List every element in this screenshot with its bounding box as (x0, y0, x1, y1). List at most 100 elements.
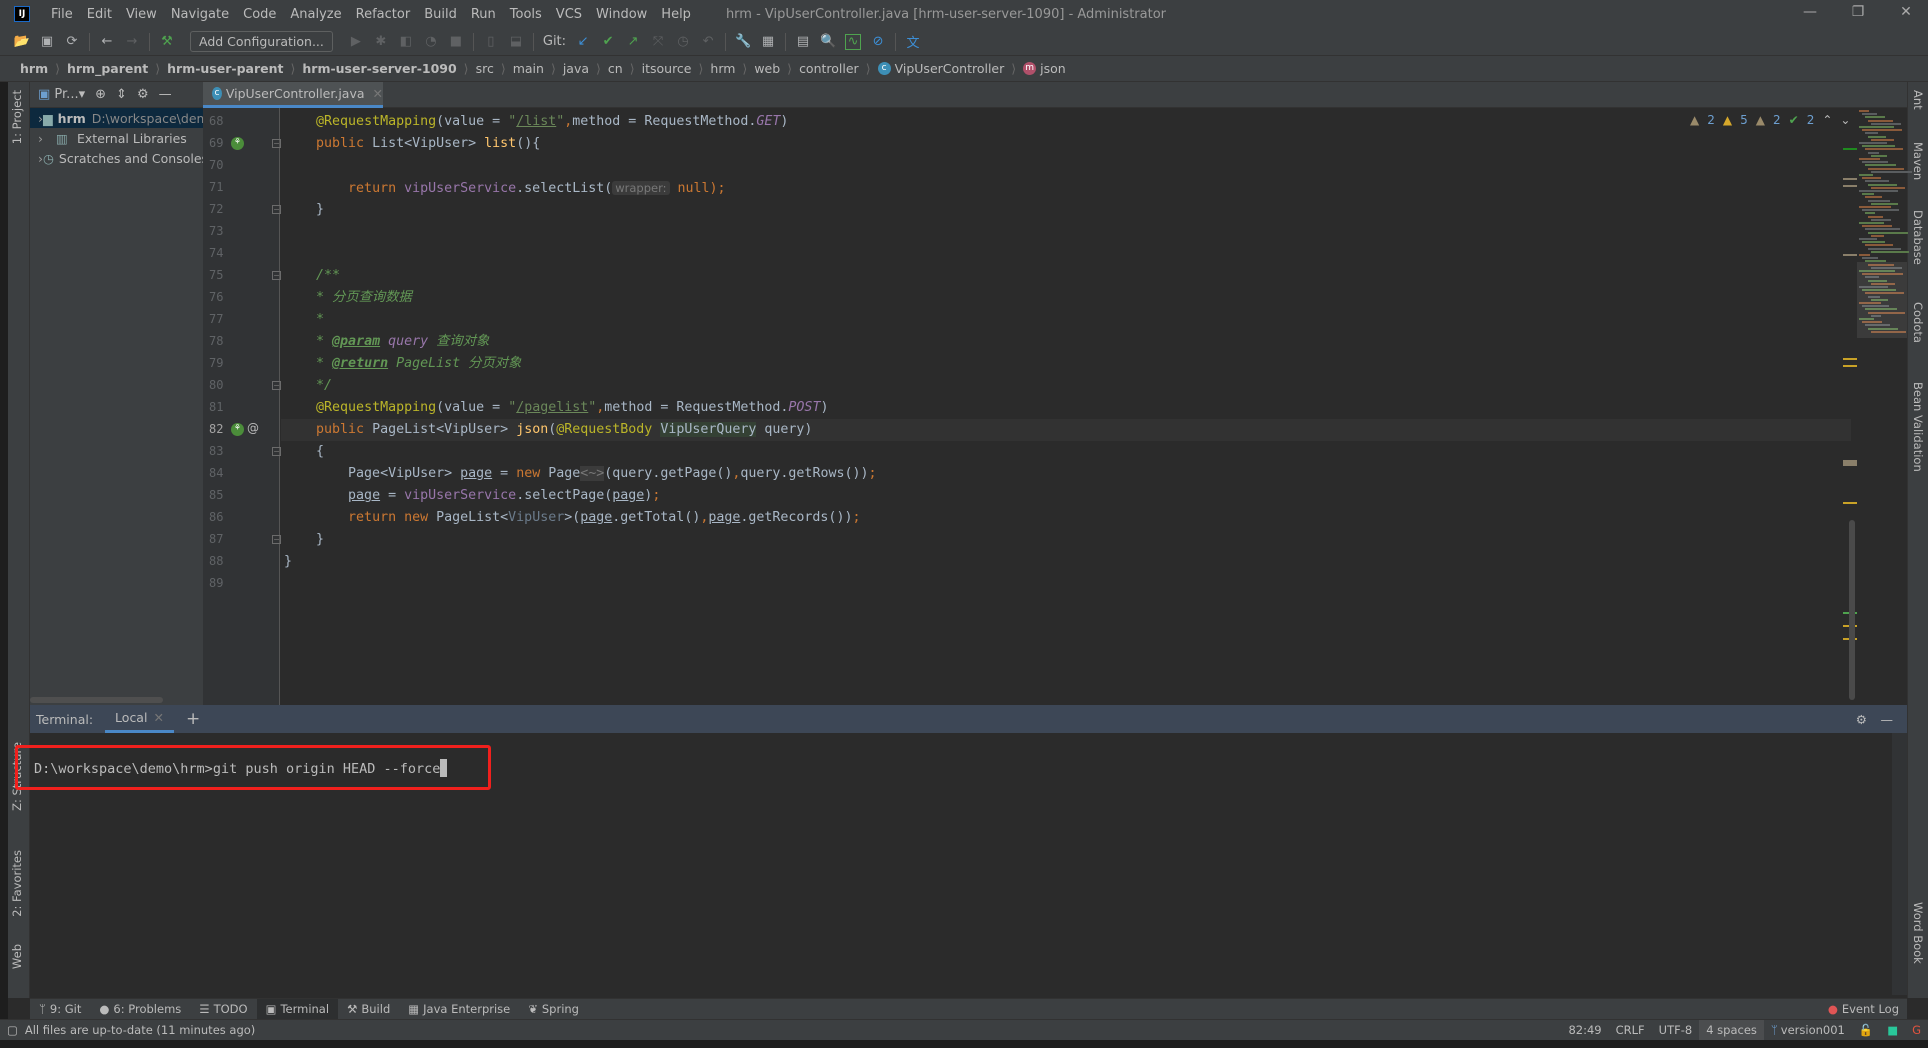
breadcrumb-item[interactable]: json (1040, 61, 1066, 76)
event-log-button[interactable]: ● Event Log (1828, 1002, 1899, 1016)
restore-button[interactable]: ❐ (1838, 4, 1878, 20)
git-update-icon[interactable]: ↙ (575, 34, 591, 50)
tab-web[interactable]: Web (10, 944, 24, 969)
device-icon[interactable]: ▯ (483, 34, 499, 50)
fold-marker-icon[interactable]: − (272, 271, 281, 280)
stripe-marker[interactable] (1843, 502, 1857, 504)
attach-icon[interactable]: ⬓ (508, 34, 524, 50)
breadcrumb-item[interactable]: main (513, 61, 544, 76)
run-icon[interactable]: ▶ (348, 34, 364, 50)
new-terminal-icon[interactable]: + (186, 709, 200, 729)
git-branch[interactable]: ᛘ version001 (1764, 1020, 1852, 1041)
stripe-marker[interactable] (1843, 178, 1857, 180)
fold-marker-icon[interactable]: − (272, 381, 281, 390)
back-icon[interactable]: ← (99, 34, 115, 50)
stripe-marker[interactable] (1843, 358, 1857, 360)
stripe-marker[interactable] (1843, 148, 1857, 150)
breadcrumb-item[interactable]: java (563, 61, 589, 76)
indent-setting[interactable]: 4 spaces (1699, 1019, 1764, 1041)
tab-problems[interactable]: ● 6: Problems (90, 999, 190, 1020)
close-tab-icon[interactable]: ✕ (373, 86, 383, 101)
stripe-marker[interactable] (1843, 254, 1857, 256)
tab-spring[interactable]: ❦ Spring (519, 999, 588, 1020)
status-toggle-icon[interactable]: ▢ (0, 1020, 25, 1041)
project-horizontal-scrollbar[interactable] (30, 697, 163, 703)
fold-marker-icon[interactable]: − (272, 205, 281, 214)
tab-java-enterprise[interactable]: ▦ Java Enterprise (399, 999, 519, 1020)
breadcrumb-item[interactable]: VipUserController (895, 61, 1005, 76)
menu-edit[interactable]: Edit (80, 7, 119, 22)
sync-icon[interactable]: ⟳ (64, 34, 80, 50)
editor-vertical-scrollbar[interactable] (1849, 520, 1855, 700)
stop-icon[interactable]: ■ (448, 34, 464, 50)
google-icon[interactable]: G (1905, 1020, 1928, 1041)
breadcrumb-item[interactable]: itsource (642, 61, 692, 76)
git-history-icon[interactable]: ◷ (675, 34, 691, 50)
tab-local[interactable]: Local ✕ (105, 705, 174, 733)
debug-icon[interactable]: ✱ (373, 34, 389, 50)
tab-vipusercontroller[interactable]: c VipUserController.java ✕ (203, 82, 383, 108)
build-hammer-icon[interactable]: ⚒ (159, 34, 175, 50)
forward-icon[interactable]: → (124, 34, 140, 50)
breadcrumb-item[interactable]: src (476, 61, 494, 76)
lock-icon[interactable]: 🔓 (1852, 1020, 1880, 1041)
tab-ant[interactable]: Ant (1911, 90, 1925, 110)
menu-tools[interactable]: Tools (503, 7, 549, 22)
inspection-widget[interactable]: ▲ 2 ▲ 5 ▲ 2 ✔ 2 ⌃ ⌄ (1690, 113, 1850, 127)
tab-maven[interactable]: Maven (1911, 142, 1925, 180)
settings-wrench-icon[interactable]: 🔧 (735, 34, 751, 50)
menu-help[interactable]: Help (654, 7, 698, 22)
gear-icon[interactable]: ⚙ (1856, 712, 1867, 727)
translate-icon[interactable]: 文 (905, 34, 921, 51)
git-push-icon[interactable]: ↗ (625, 34, 641, 50)
locate-icon[interactable]: ⊕ (95, 87, 106, 102)
tab-bean-validation[interactable]: Bean Validation (1911, 382, 1925, 472)
stripe-marker[interactable] (1843, 365, 1857, 367)
tree-item[interactable]: › ◷ Scratches and Consoles (30, 148, 203, 168)
coverage-icon[interactable]: ◧ (398, 34, 414, 50)
tab-terminal[interactable]: ▣ Terminal (256, 998, 339, 1020)
fold-marker-icon[interactable]: − (272, 447, 281, 456)
chevron-right-icon[interactable]: › (38, 131, 56, 146)
minimap-viewport[interactable] (1857, 262, 1907, 338)
breadcrumb-item[interactable]: hrm_parent (67, 61, 148, 76)
breadcrumb-item[interactable]: hrm (710, 61, 735, 76)
file-encoding[interactable]: UTF-8 (1652, 1020, 1700, 1041)
spring-web-icon[interactable]: ⚘ (231, 423, 244, 436)
codota-icon[interactable]: ■ (1880, 1020, 1905, 1041)
hide-panel-icon[interactable]: — (1881, 712, 1894, 727)
menu-analyze[interactable]: Analyze (283, 7, 348, 22)
save-icon[interactable]: ▣ (39, 34, 55, 50)
gear-icon[interactable]: ⚙ (137, 87, 149, 102)
tab-project[interactable]: 1: Project (10, 90, 24, 144)
project-structure-icon[interactable]: ▦ (760, 34, 776, 50)
terminal-scrollbar[interactable] (1892, 733, 1907, 995)
breadcrumb-item[interactable]: web (754, 61, 780, 76)
tab-build[interactable]: ⚒ Build (338, 999, 399, 1020)
menu-code[interactable]: Code (236, 7, 283, 22)
tab-codota[interactable]: Codota (1911, 302, 1925, 343)
next-highlight-icon[interactable]: ⌄ (1840, 113, 1850, 127)
terminal-window-icon[interactable]: ▤ (795, 34, 811, 50)
project-view-dropdown[interactable]: ▣ Pr...▾ (38, 87, 85, 102)
tab-word-book[interactable]: Word Book (1911, 902, 1925, 964)
breadcrumb-item[interactable]: hrm-user-parent (167, 61, 283, 76)
breadcrumb-item[interactable]: controller (799, 61, 859, 76)
stripe-marker[interactable] (1843, 185, 1857, 187)
stripe-marker[interactable] (1843, 460, 1857, 466)
breadcrumb-item[interactable]: hrm (20, 61, 48, 76)
tab-todo[interactable]: ☰ TODO (190, 999, 256, 1020)
tab-database[interactable]: Database (1911, 210, 1925, 265)
tree-item[interactable]: › ▥ External Libraries (30, 128, 203, 148)
previous-highlight-icon[interactable]: ⌃ (1822, 113, 1832, 127)
git-commit-icon[interactable]: ✔ (600, 34, 616, 50)
menu-refactor[interactable]: Refactor (349, 7, 418, 22)
line-separator[interactable]: CRLF (1609, 1020, 1652, 1041)
menu-run[interactable]: Run (464, 7, 503, 22)
menu-window[interactable]: Window (589, 7, 654, 22)
menu-view[interactable]: View (119, 7, 164, 22)
minimize-button[interactable]: — (1790, 4, 1830, 20)
fold-marker-icon[interactable]: − (272, 535, 281, 544)
breadcrumb-item[interactable]: hrm-user-server-1090 (302, 61, 456, 76)
open-icon[interactable]: 📂 (14, 34, 30, 50)
